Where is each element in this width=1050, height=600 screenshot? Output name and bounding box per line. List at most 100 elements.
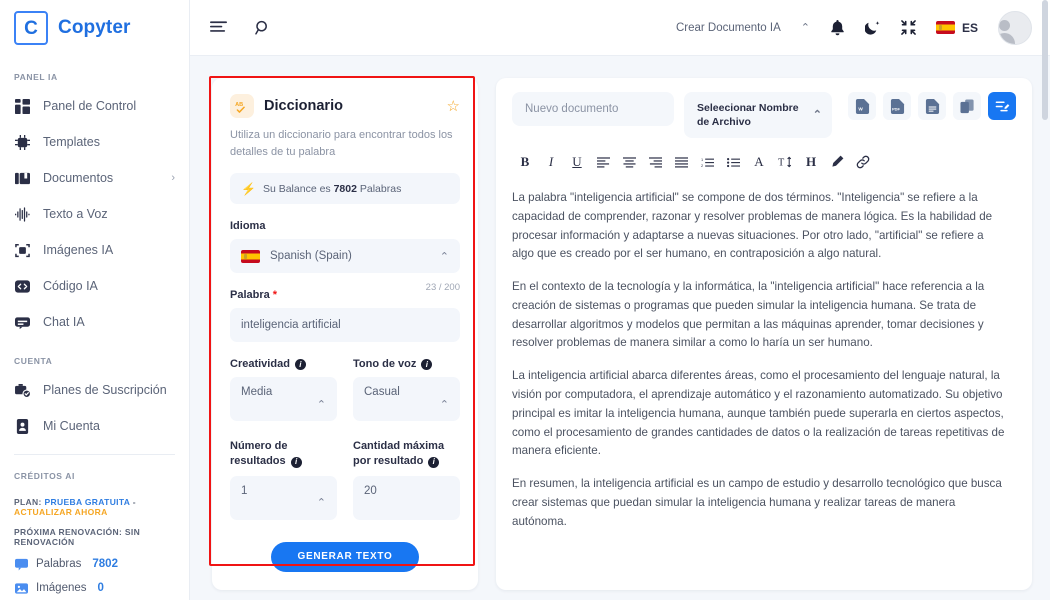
info-icon[interactable]: i bbox=[290, 456, 302, 468]
main-area: Crear Documento IA ⌃ ES AB Diccionario ☆… bbox=[190, 0, 1050, 600]
meter-label: Palabras bbox=[36, 558, 82, 570]
dictionary-tool-card: AB Diccionario ☆ Utiliza un diccionario … bbox=[212, 78, 478, 590]
results-label: Número de resultados bbox=[230, 440, 288, 467]
results-field: Número de resultados i 1 ⌃ bbox=[230, 421, 337, 520]
chevron-up-icon: ⌃ bbox=[439, 398, 449, 411]
info-icon[interactable]: i bbox=[428, 456, 440, 468]
credits-panel: CRÉDITOS AI PLAN: PRUEBA GRATUITA - ACTU… bbox=[0, 455, 189, 595]
brand-logo[interactable]: C Copyter bbox=[0, 0, 189, 56]
image-icon bbox=[14, 581, 28, 595]
sidebar-item-codigo-ia[interactable]: Código IA bbox=[0, 268, 189, 304]
chevron-right-icon: › bbox=[171, 172, 175, 184]
align-justify-button[interactable] bbox=[668, 151, 694, 173]
align-left-button[interactable] bbox=[590, 151, 616, 173]
language-selector[interactable]: ES bbox=[935, 20, 978, 35]
card-header: AB Diccionario ☆ bbox=[230, 94, 460, 118]
menu-align-icon[interactable] bbox=[210, 20, 227, 35]
bolt-icon: ⚡ bbox=[241, 181, 256, 196]
creativity-label: Creatividad bbox=[230, 358, 290, 371]
copy-button[interactable] bbox=[953, 92, 981, 120]
format-toolbar: B I U 1 2 A T H bbox=[512, 151, 1016, 173]
sidebar-item-documentos[interactable]: Documentos › bbox=[0, 160, 189, 196]
document-name-input[interactable]: Nuevo documento bbox=[512, 92, 674, 126]
export-text-button[interactable] bbox=[918, 92, 946, 120]
document-paragraph: En el contexto de la tecnología y la inf… bbox=[512, 280, 985, 350]
sidebar-item-label: Texto a Voz bbox=[43, 207, 108, 221]
sidebar-item-chat-ia[interactable]: Chat IA bbox=[0, 304, 189, 340]
sidebar-item-label: Planes de Suscripción bbox=[43, 383, 167, 397]
chevron-up-icon: ⌃ bbox=[812, 108, 822, 121]
word-bubble-icon bbox=[14, 557, 28, 571]
word-char-counter: 23 / 200 bbox=[425, 281, 460, 293]
create-document-button[interactable]: Crear Documento IA bbox=[676, 22, 781, 34]
avatar[interactable] bbox=[998, 10, 1032, 45]
heading-button[interactable]: H bbox=[798, 151, 824, 173]
topbar-left-group bbox=[210, 20, 271, 36]
max-label-row: Cantidad máxima por resultado i bbox=[353, 439, 460, 469]
bell-icon[interactable] bbox=[830, 19, 845, 36]
balance-prefix: Su Balance es bbox=[262, 182, 331, 195]
sidebar-item-templates[interactable]: Templates bbox=[0, 124, 189, 160]
export-word-button[interactable]: W bbox=[848, 92, 876, 120]
word-input[interactable]: inteligencia artificial bbox=[230, 308, 460, 343]
underline-button[interactable]: U bbox=[564, 151, 590, 173]
brand-name: Copyter bbox=[58, 17, 131, 38]
generate-text-button[interactable]: GENERAR TEXTO bbox=[271, 541, 419, 572]
balance-suffix: Palabras bbox=[359, 182, 402, 195]
italic-button[interactable]: I bbox=[538, 151, 564, 173]
chevron-up-icon[interactable]: ⌃ bbox=[801, 21, 810, 34]
sidebar-item-label: Código IA bbox=[43, 279, 98, 293]
document-body[interactable]: La palabra "inteligencia artificial" se … bbox=[512, 189, 1016, 532]
creativity-select[interactable]: Media ⌃ bbox=[230, 377, 337, 422]
link-button[interactable] bbox=[850, 151, 876, 173]
image-frame-icon bbox=[14, 242, 31, 259]
language-select[interactable]: Spanish (Spain) ⌃ bbox=[230, 239, 460, 274]
language-select-value: Spanish (Spain) bbox=[270, 250, 352, 263]
sidebar-item-label: Imágenes IA bbox=[43, 243, 114, 257]
dark-mode-icon[interactable] bbox=[864, 20, 881, 36]
svg-text:W: W bbox=[858, 106, 863, 111]
meter-value: 0 bbox=[97, 582, 104, 594]
document-paragraph: La inteligencia artificial abarca difere… bbox=[512, 369, 1005, 458]
balance-value: 7802 bbox=[333, 182, 357, 195]
sidebar-item-planes-de-suscripcion[interactable]: Planes de Suscripción bbox=[0, 372, 189, 408]
page-scrollbar[interactable] bbox=[1042, 0, 1048, 600]
export-pdf-button[interactable]: PDF bbox=[883, 92, 911, 120]
info-icon[interactable]: i bbox=[421, 359, 433, 371]
scrollbar-thumb[interactable] bbox=[1042, 0, 1048, 120]
highlighter-button[interactable] bbox=[824, 151, 850, 173]
file-select-label: Seleecionar Nombre de Archivo bbox=[697, 101, 799, 128]
max-input[interactable]: 20 bbox=[353, 475, 460, 520]
spellcheck-icon: AB bbox=[230, 94, 254, 118]
word-field-label: Palabra bbox=[230, 289, 270, 302]
save-document-button[interactable] bbox=[988, 92, 1016, 120]
sidebar-item-texto-a-voz[interactable]: Texto a Voz bbox=[0, 196, 189, 232]
sidebar-item-mi-cuenta[interactable]: Mi Cuenta bbox=[0, 408, 189, 444]
tool-form-wrapper: AB Diccionario ☆ Utiliza un diccionario … bbox=[209, 76, 478, 600]
document-paragraph: En resumen, la inteligencia artificial e… bbox=[512, 477, 1002, 528]
bold-button[interactable]: B bbox=[512, 151, 538, 173]
favorite-star-icon[interactable]: ☆ bbox=[447, 99, 460, 114]
file-name-select[interactable]: Seleecionar Nombre de Archivo ⌃ bbox=[684, 92, 832, 138]
meter-images: Imágenes 0 bbox=[14, 581, 175, 595]
font-size-button[interactable]: T bbox=[772, 151, 798, 173]
subscription-icon bbox=[14, 382, 31, 399]
sidebar-item-panel-de-control[interactable]: Panel de Control bbox=[0, 88, 189, 124]
plan-upgrade-link[interactable]: ACTUALIZAR AHORA bbox=[14, 507, 108, 517]
align-right-button[interactable] bbox=[642, 151, 668, 173]
unordered-list-button[interactable] bbox=[720, 151, 746, 173]
sidebar: C Copyter PANEL IA Panel de Control Temp… bbox=[0, 0, 190, 600]
balance-banner: ⚡ Su Balance es 7802 Palabras bbox=[230, 173, 460, 205]
ordered-list-button[interactable]: 12 bbox=[694, 151, 720, 173]
sidebar-item-imagenes-ia[interactable]: Imágenes IA bbox=[0, 232, 189, 268]
tone-select[interactable]: Casual ⌃ bbox=[353, 377, 460, 422]
export-buttons-group: W PDF bbox=[848, 92, 1016, 120]
font-color-button[interactable]: A bbox=[746, 151, 772, 173]
info-icon[interactable]: i bbox=[294, 359, 306, 371]
search-icon[interactable] bbox=[255, 20, 271, 36]
language-code: ES bbox=[961, 20, 978, 35]
chevron-up-icon: ⌃ bbox=[316, 497, 326, 510]
align-center-button[interactable] bbox=[616, 151, 642, 173]
fullscreen-exit-icon[interactable] bbox=[901, 20, 916, 35]
results-select[interactable]: 1 ⌃ bbox=[230, 475, 337, 520]
